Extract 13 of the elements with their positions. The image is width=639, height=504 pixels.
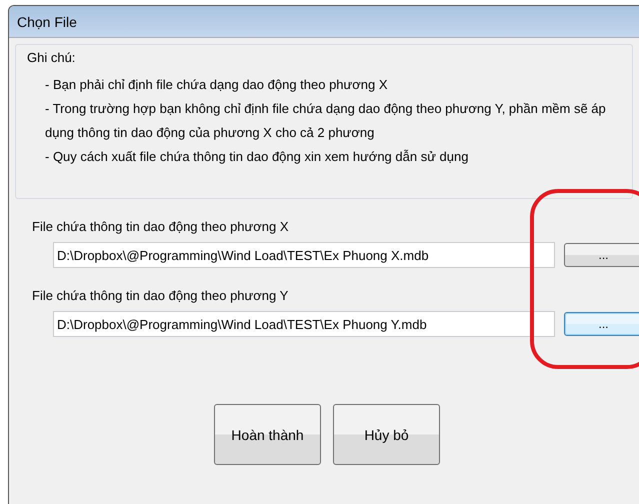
note-text: - Bạn phải chỉ định file chứa dạng dao động theo phương X	[44, 76, 389, 94]
path-field[interactable]: D:\Dropbox\@Programming\Wind Load\TEST\Ex Phuong X.mdb	[53, 242, 555, 268]
browse-button[interactable]: ...	[564, 243, 639, 267]
note-text: - Quy cách xuất file chứa thông tin dao động xin xem hướng dẫn sử dụng	[44, 148, 470, 166]
browse-button[interactable]: ...	[564, 312, 639, 336]
window-title: Chọn File	[17, 14, 77, 30]
dialog-button[interactable]: Hoàn thành	[214, 404, 321, 465]
field-label: File chứa thông tin dao động theo phương X	[32, 219, 290, 234]
dialog-button[interactable]: Hủy bỏ	[333, 404, 440, 465]
path-field[interactable]: D:\Dropbox\@Programming\Wind Load\TEST\Ex Phuong Y.mdb	[53, 311, 555, 337]
group-title: Ghi chú:	[27, 50, 76, 65]
note-text: - Trong trường hợp bạn không chỉ định file chứa dạng dao động theo phương Y, phần mềm sẽ áp dụng thông tin dao động của phương X cho cả 2 phương	[44, 100, 607, 142]
field-label: File chứa thông tin dao động theo phương Y	[32, 288, 290, 303]
